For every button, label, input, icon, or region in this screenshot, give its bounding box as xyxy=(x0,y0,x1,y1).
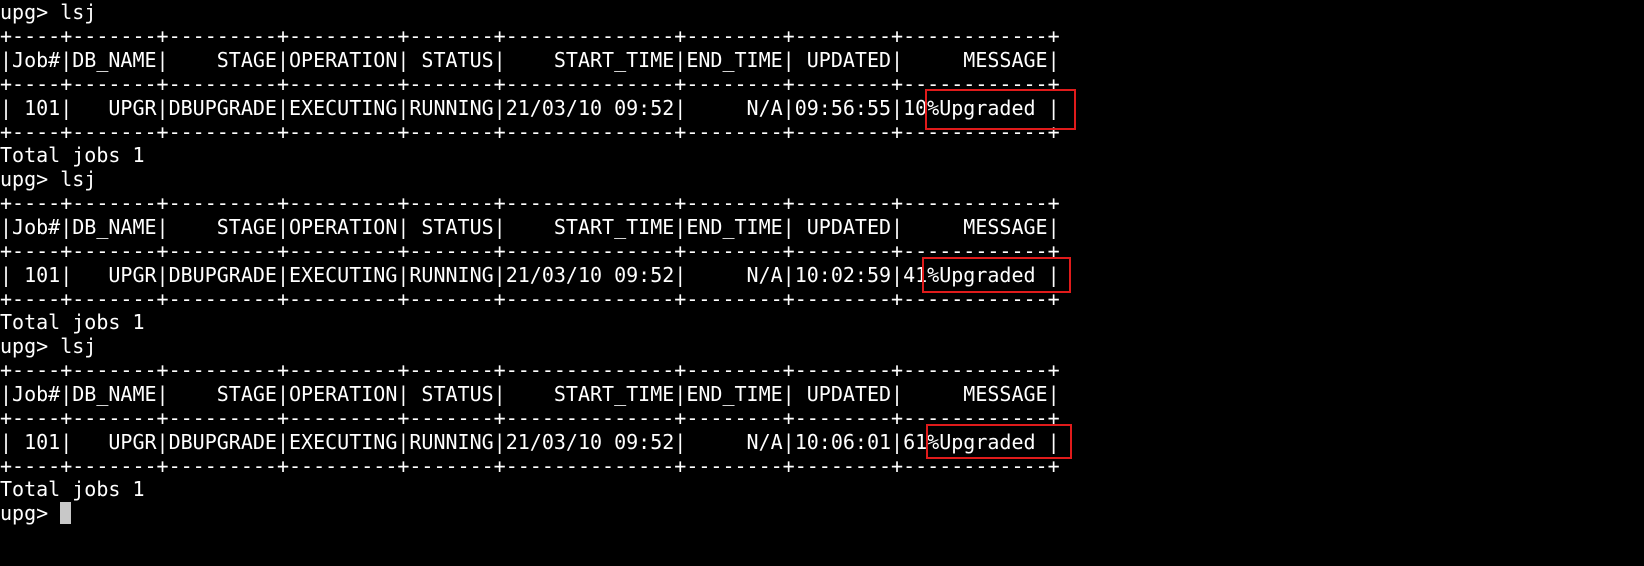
text-cursor xyxy=(60,502,71,524)
table-border: +----+-------+---------+---------+------… xyxy=(0,454,1060,478)
table-border: +----+-------+---------+---------+------… xyxy=(0,287,1060,311)
command-line: upg> lsj xyxy=(0,0,97,24)
message-highlight-box xyxy=(922,257,1071,293)
table-border: +----+-------+---------+---------+------… xyxy=(0,239,1060,263)
table-row: | 101| UPGR|DBUPGRADE|EXECUTING|RUNNING|… xyxy=(0,96,1060,120)
message-highlight-box xyxy=(926,424,1072,459)
table-row: | 101| UPGR|DBUPGRADE|EXECUTING|RUNNING|… xyxy=(0,263,1060,287)
table-header: |Job#|DB_NAME| STAGE|OPERATION| STATUS| … xyxy=(0,382,1060,406)
table-border: +----+-------+---------+---------+------… xyxy=(0,406,1060,430)
table-border: +----+-------+---------+---------+------… xyxy=(0,358,1060,382)
total-jobs-line: Total jobs 1 xyxy=(0,477,145,501)
message-highlight-box xyxy=(925,89,1076,130)
total-jobs-line: Total jobs 1 xyxy=(0,143,145,167)
table-header: |Job#|DB_NAME| STAGE|OPERATION| STATUS| … xyxy=(0,48,1060,72)
prompt-line[interactable]: upg> xyxy=(0,501,60,525)
total-jobs-line: Total jobs 1 xyxy=(0,310,145,334)
table-border: +----+-------+---------+---------+------… xyxy=(0,72,1060,96)
table-border: +----+-------+---------+---------+------… xyxy=(0,24,1060,48)
command-line: upg> lsj xyxy=(0,167,97,191)
table-header: |Job#|DB_NAME| STAGE|OPERATION| STATUS| … xyxy=(0,215,1060,239)
table-border: +----+-------+---------+---------+------… xyxy=(0,191,1060,215)
table-border: +----+-------+---------+---------+------… xyxy=(0,120,1060,144)
table-row: | 101| UPGR|DBUPGRADE|EXECUTING|RUNNING|… xyxy=(0,430,1060,454)
command-line: upg> lsj xyxy=(0,334,97,358)
terminal-window[interactable]: upg> lsj +----+-------+---------+-------… xyxy=(0,0,1644,566)
